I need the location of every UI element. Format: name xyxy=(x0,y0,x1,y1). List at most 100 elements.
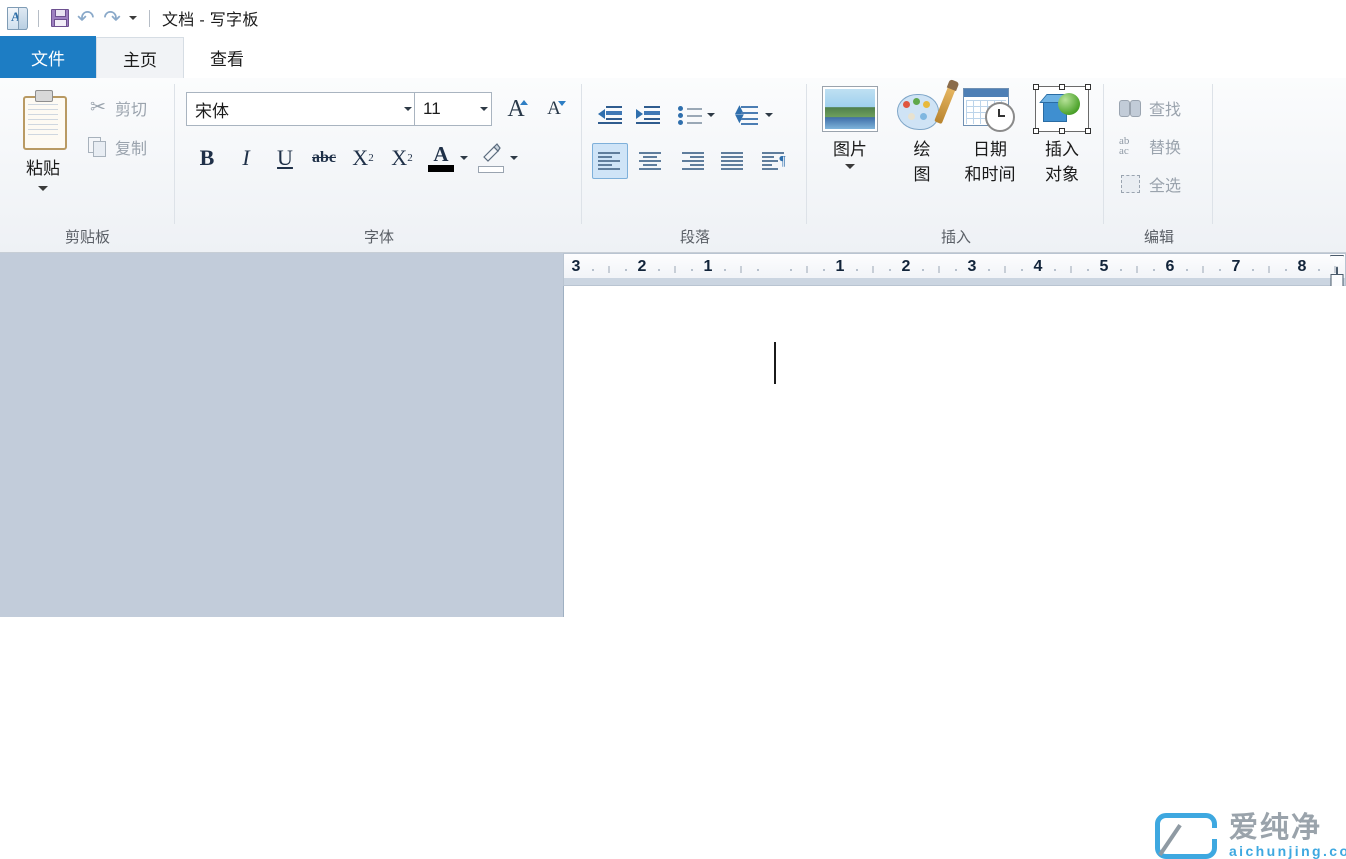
date-time-button[interactable]: 日期 和时间 xyxy=(956,86,1024,187)
chevron-down-icon xyxy=(129,16,137,20)
align-left-icon xyxy=(598,152,622,170)
insert-picture-button[interactable]: 图片 xyxy=(816,86,884,169)
line-spacing-button[interactable]: ▲▼ xyxy=(728,98,762,132)
ruler-tick xyxy=(1137,266,1138,273)
cut-button[interactable]: ✂ 剪切 xyxy=(88,96,147,120)
paste-label: 粘贴 xyxy=(26,154,60,179)
replace-button[interactable]: ab ac 替换 xyxy=(1119,134,1181,158)
align-right-button[interactable] xyxy=(674,143,710,179)
justify-button[interactable] xyxy=(715,143,751,179)
underline-button[interactable]: U xyxy=(268,141,302,175)
bullets-button[interactable] xyxy=(673,98,707,132)
ruler-number: 5 xyxy=(1100,258,1109,276)
subscript-button[interactable]: X2 xyxy=(346,141,380,175)
increase-indent-button[interactable] xyxy=(631,98,665,132)
ruler-dot xyxy=(1285,269,1287,271)
chevron-down-icon[interactable] xyxy=(845,164,855,169)
line-spacing-icon: ▲▼ xyxy=(732,105,758,125)
ruler-dot xyxy=(1186,269,1188,271)
ruler-tick xyxy=(675,266,676,273)
wordpad-icon[interactable] xyxy=(4,5,30,31)
ruler-dot xyxy=(1087,269,1089,271)
paragraph-settings-button[interactable]: ¶ xyxy=(756,143,792,179)
ruler-tick xyxy=(939,266,940,273)
find-button[interactable]: 查找 xyxy=(1119,96,1181,120)
redo-button[interactable]: ↷ xyxy=(99,5,125,31)
scissors-icon: ✂ xyxy=(88,98,108,118)
undo-button[interactable]: ↷ xyxy=(73,5,99,31)
ruler-dot xyxy=(1318,269,1320,271)
ruler-dot xyxy=(790,269,792,271)
font-family-value: 宋体 xyxy=(187,97,401,122)
picture-icon xyxy=(822,86,878,132)
wordpad-window: ↷ ↷ 文档 - 写字板 文件 主页 查看 粘贴 xyxy=(0,0,1346,617)
watermark: 爱纯净 aichunjing.com xyxy=(1155,813,1346,859)
insert-object-button[interactable]: 插入 对象 xyxy=(1028,86,1096,187)
bold-button[interactable]: B xyxy=(190,141,224,175)
tab-file[interactable]: 文件 xyxy=(0,36,96,78)
select-all-button[interactable]: 全选 xyxy=(1119,172,1181,196)
date-time-label: 日期 和时间 xyxy=(965,137,1016,187)
text-color-swatch xyxy=(428,165,454,172)
group-label-font: 字体 xyxy=(176,226,582,247)
paint-drawing-icon xyxy=(895,86,949,132)
text-color-dropdown[interactable] xyxy=(458,141,470,175)
shrink-font-button[interactable]: A xyxy=(536,92,572,126)
justify-icon xyxy=(721,152,745,170)
insert-picture-label: 图片 xyxy=(833,137,867,162)
save-button[interactable] xyxy=(47,5,73,31)
line-spacing-dropdown[interactable] xyxy=(763,98,775,132)
superscript-button[interactable]: X2 xyxy=(385,141,419,175)
ruler-tick xyxy=(1071,266,1072,273)
title-bar: ↷ ↷ 文档 - 写字板 xyxy=(0,0,1346,36)
strikethrough-button[interactable]: abc xyxy=(307,141,341,175)
highlight-dropdown[interactable] xyxy=(508,141,520,175)
decrease-indent-icon xyxy=(598,106,622,124)
italic-button[interactable]: I xyxy=(229,141,263,175)
ruler-number: 7 xyxy=(1232,258,1241,276)
chevron-down-icon[interactable] xyxy=(401,107,415,111)
superscript-index: 2 xyxy=(407,152,413,164)
bullets-dropdown[interactable] xyxy=(705,98,717,132)
highlight-button[interactable] xyxy=(474,140,508,176)
document-page[interactable] xyxy=(563,286,1346,617)
ribbon-group-insert: 图片 绘 图 xyxy=(808,78,1104,253)
undo-icon: ↷ xyxy=(77,8,95,29)
grow-font-button[interactable]: A xyxy=(498,92,534,126)
tab-view[interactable]: 查看 xyxy=(184,37,270,78)
ruler-dot xyxy=(625,269,627,271)
ruler-number: 3 xyxy=(968,258,977,276)
align-center-button[interactable] xyxy=(633,143,669,179)
ruler-dot xyxy=(823,269,825,271)
ruler-number: 1 xyxy=(704,258,713,276)
align-left-button[interactable] xyxy=(592,143,628,179)
ribbon-group-font: 宋体 11 A A B I U abc X2 xyxy=(176,78,582,253)
ruler-number: 8 xyxy=(1298,258,1307,276)
font-size-combobox[interactable]: 11 xyxy=(414,92,492,126)
replace-label: 替换 xyxy=(1149,134,1181,158)
horizontal-ruler[interactable]: 32112345678 xyxy=(563,253,1346,286)
tab-home[interactable]: 主页 xyxy=(96,37,184,78)
chevron-down-icon[interactable] xyxy=(477,107,491,111)
text-color-button[interactable]: A xyxy=(424,140,458,176)
paste-button[interactable]: 粘贴 xyxy=(8,86,78,208)
decrease-indent-button[interactable] xyxy=(593,98,627,132)
chevron-down-icon[interactable] xyxy=(38,186,48,191)
select-all-label: 全选 xyxy=(1149,172,1181,196)
font-family-combobox[interactable]: 宋体 xyxy=(186,92,416,126)
save-icon xyxy=(51,9,69,27)
ribbon-group-editing: 查找 ab ac 替换 全选 编辑 xyxy=(1105,78,1213,253)
group-divider-5 xyxy=(1212,84,1213,224)
customize-qat-button[interactable] xyxy=(125,5,141,31)
align-right-icon xyxy=(680,152,704,170)
window-title: 文档 - 写字板 xyxy=(162,6,259,30)
paint-drawing-button[interactable]: 绘 图 xyxy=(888,86,956,187)
ruler-dot xyxy=(1021,269,1023,271)
copy-button[interactable]: 复制 xyxy=(88,135,147,159)
insert-object-label-line1: 插入 xyxy=(1045,140,1079,159)
highlighter-icon xyxy=(479,143,503,165)
ruler-tick xyxy=(609,266,610,273)
copy-label: 复制 xyxy=(115,135,147,159)
paint-drawing-label: 绘 图 xyxy=(914,137,931,187)
group-label-insert: 插入 xyxy=(808,226,1104,247)
